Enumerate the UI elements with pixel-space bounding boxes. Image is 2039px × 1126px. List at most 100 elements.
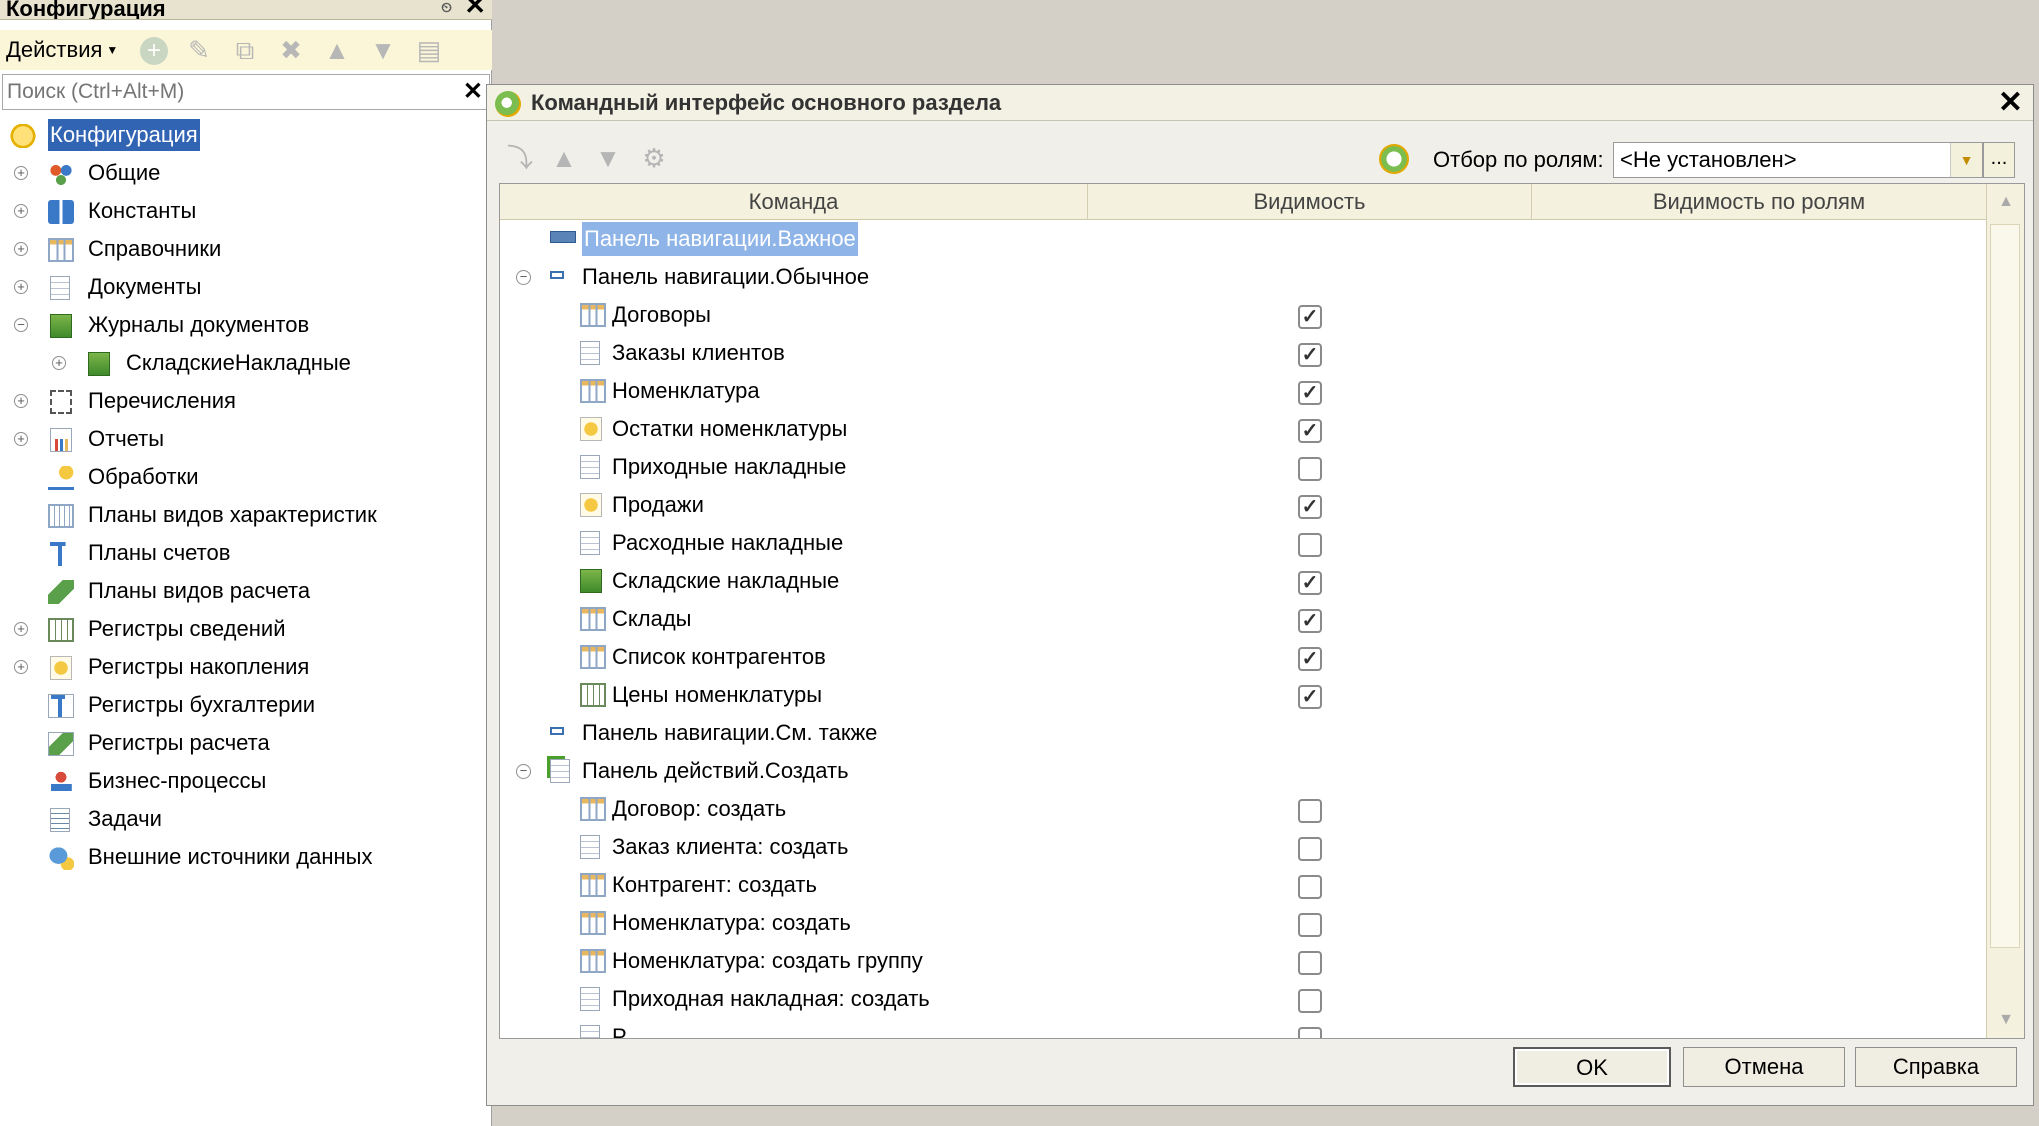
help-button[interactable]: Справка bbox=[1855, 1047, 2017, 1087]
table-row[interactable]: Заказы клиентов ✓ bbox=[500, 334, 1986, 372]
command-label: Продажи bbox=[612, 492, 704, 517]
close-icon[interactable]: ✕ bbox=[1998, 85, 2023, 121]
dropdown-arrow-icon[interactable]: ▼ bbox=[1950, 143, 1982, 177]
command-label: Панель навигации.См. также bbox=[582, 720, 878, 745]
column-header-command[interactable]: Команда bbox=[500, 184, 1088, 220]
move-down-icon[interactable]: ▼ bbox=[368, 37, 398, 63]
table-row[interactable]: − Панель действий.Создать bbox=[500, 752, 1986, 790]
visibility-checkbox[interactable]: ✓ bbox=[1298, 647, 1322, 671]
clear-search-icon[interactable]: ✕ bbox=[463, 77, 483, 106]
tree-item-label: Справочники bbox=[88, 236, 222, 261]
delete-icon[interactable]: ✖ bbox=[276, 37, 306, 63]
expand-icon[interactable]: + bbox=[14, 166, 28, 180]
scroll-up-icon[interactable]: ▲ bbox=[1987, 184, 2024, 220]
expand-icon[interactable]: + bbox=[14, 432, 28, 446]
expand-icon[interactable]: + bbox=[14, 242, 28, 256]
expand-icon[interactable]: + bbox=[14, 204, 28, 218]
command-label: Р bbox=[612, 1024, 627, 1039]
edit-icon[interactable]: ✎ bbox=[184, 37, 214, 63]
visibility-checkbox[interactable] bbox=[1298, 837, 1322, 861]
visibility-checkbox[interactable]: ✓ bbox=[1298, 419, 1322, 443]
visibility-checkbox[interactable]: ✓ bbox=[1298, 609, 1322, 633]
settings-icon[interactable]: ⚙ bbox=[639, 143, 669, 173]
table-row[interactable]: Склады ✓ bbox=[500, 600, 1986, 638]
table-header: Команда Видимость Видимость по ролям bbox=[500, 184, 1986, 220]
expand-icon[interactable]: + bbox=[52, 356, 66, 370]
expand-icon[interactable]: + bbox=[14, 394, 28, 408]
visibility-checkbox[interactable] bbox=[1298, 533, 1322, 557]
command-label: Склады bbox=[612, 606, 692, 631]
table-row[interactable]: Цены номенклатуры ✓ bbox=[500, 676, 1986, 714]
move-up-icon[interactable]: ▲ bbox=[549, 143, 579, 173]
visibility-checkbox[interactable] bbox=[1298, 799, 1322, 823]
tree-item-label: Документы bbox=[88, 274, 202, 299]
properties-icon[interactable]: ▤ bbox=[414, 37, 444, 63]
column-header-visibility-by-roles[interactable]: Видимость по ролям bbox=[1532, 184, 1986, 220]
move-up-icon[interactable]: ▲ bbox=[322, 37, 352, 63]
visibility-checkbox[interactable]: ✓ bbox=[1298, 571, 1322, 595]
visibility-checkbox[interactable] bbox=[1298, 913, 1322, 937]
chart-of-calculation-types-icon bbox=[48, 580, 74, 604]
command-interface-dialog: Командный интерфейс основного раздела ✕ … bbox=[486, 84, 2034, 1106]
close-icon[interactable]: ✕ bbox=[464, 0, 486, 18]
table-row[interactable]: Складские накладные ✓ bbox=[500, 562, 1986, 600]
table-row[interactable]: − Панель навигации.Обычное bbox=[500, 258, 1986, 296]
table-row[interactable]: Остатки номенклатуры ✓ bbox=[500, 410, 1986, 448]
visibility-checkbox[interactable] bbox=[1298, 1027, 1322, 1038]
expand-icon[interactable]: + bbox=[14, 622, 28, 636]
table-row[interactable]: Приходные накладные bbox=[500, 448, 1986, 486]
table-row[interactable]: Приходная накладная: создать bbox=[500, 980, 1986, 1018]
visibility-checkbox[interactable]: ✓ bbox=[1298, 495, 1322, 519]
column-header-visibility[interactable]: Видимость bbox=[1088, 184, 1532, 220]
table-row[interactable]: Продажи ✓ bbox=[500, 486, 1986, 524]
visibility-checkbox[interactable]: ✓ bbox=[1298, 305, 1322, 329]
table-row[interactable]: Номенклатура: создать группу bbox=[500, 942, 1986, 980]
role-filter-select[interactable]: <Не установлен> ▼ bbox=[1613, 142, 1983, 178]
collapse-icon[interactable]: − bbox=[516, 764, 531, 779]
table-row[interactable]: Контрагент: создать bbox=[500, 866, 1986, 904]
pin-icon[interactable]: ⏲ bbox=[441, 0, 452, 16]
tree-item-label: Конфигурация bbox=[48, 119, 200, 151]
panel-icon bbox=[550, 231, 576, 243]
visibility-checkbox[interactable] bbox=[1298, 951, 1322, 975]
cancel-button[interactable]: Отмена bbox=[1683, 1047, 1845, 1087]
scroll-thumb[interactable] bbox=[1990, 224, 2020, 948]
table-row[interactable]: Номенклатура ✓ bbox=[500, 372, 1986, 410]
table-row[interactable]: Договоры ✓ bbox=[500, 296, 1986, 334]
move-down-icon[interactable]: ▼ bbox=[593, 143, 623, 173]
search-input[interactable] bbox=[3, 75, 453, 109]
accounting-registers-icon bbox=[48, 694, 74, 718]
scroll-down-icon[interactable]: ▼ bbox=[1987, 1002, 2024, 1038]
catalog-icon bbox=[580, 645, 606, 669]
table-row[interactable]: Р bbox=[500, 1018, 1986, 1039]
table-row[interactable]: Панель навигации.См. также bbox=[500, 714, 1986, 752]
apply-role-filter-icon[interactable] bbox=[1379, 144, 1409, 174]
visibility-checkbox[interactable] bbox=[1298, 875, 1322, 899]
command-label: Остатки номенклатуры bbox=[612, 416, 848, 441]
role-filter-more-button[interactable]: ... bbox=[1983, 142, 2015, 178]
add-icon[interactable]: + bbox=[140, 37, 168, 65]
table-row[interactable]: Панель навигации.Важное bbox=[500, 220, 1986, 258]
move-to-group-icon[interactable]: ⤵ bbox=[505, 143, 535, 173]
table-row[interactable]: Договор: создать bbox=[500, 790, 1986, 828]
table-row[interactable]: Номенклатура: создать bbox=[500, 904, 1986, 942]
copy-icon[interactable]: ⧉ bbox=[230, 37, 260, 63]
visibility-checkbox[interactable] bbox=[1298, 457, 1322, 481]
document-icon bbox=[580, 341, 600, 365]
visibility-checkbox[interactable]: ✓ bbox=[1298, 343, 1322, 367]
table-row[interactable]: Заказ клиента: создать bbox=[500, 828, 1986, 866]
actions-menu-button[interactable]: Действия ▼ bbox=[6, 36, 118, 64]
visibility-checkbox[interactable]: ✓ bbox=[1298, 381, 1322, 405]
command-label: Контрагент: создать bbox=[612, 872, 817, 897]
expand-icon[interactable]: + bbox=[14, 280, 28, 294]
ok-button[interactable]: OK bbox=[1513, 1047, 1671, 1087]
visibility-checkbox[interactable] bbox=[1298, 989, 1322, 1013]
visibility-checkbox[interactable]: ✓ bbox=[1298, 685, 1322, 709]
tree-item-label: Планы счетов bbox=[88, 540, 231, 565]
table-row[interactable]: Список контрагентов ✓ bbox=[500, 638, 1986, 676]
expand-icon[interactable]: + bbox=[14, 660, 28, 674]
vertical-scrollbar[interactable]: ▲ ▼ bbox=[1986, 184, 2024, 1038]
table-row[interactable]: Расходные накладные bbox=[500, 524, 1986, 562]
collapse-icon[interactable]: − bbox=[14, 318, 28, 332]
collapse-icon[interactable]: − bbox=[516, 270, 531, 285]
